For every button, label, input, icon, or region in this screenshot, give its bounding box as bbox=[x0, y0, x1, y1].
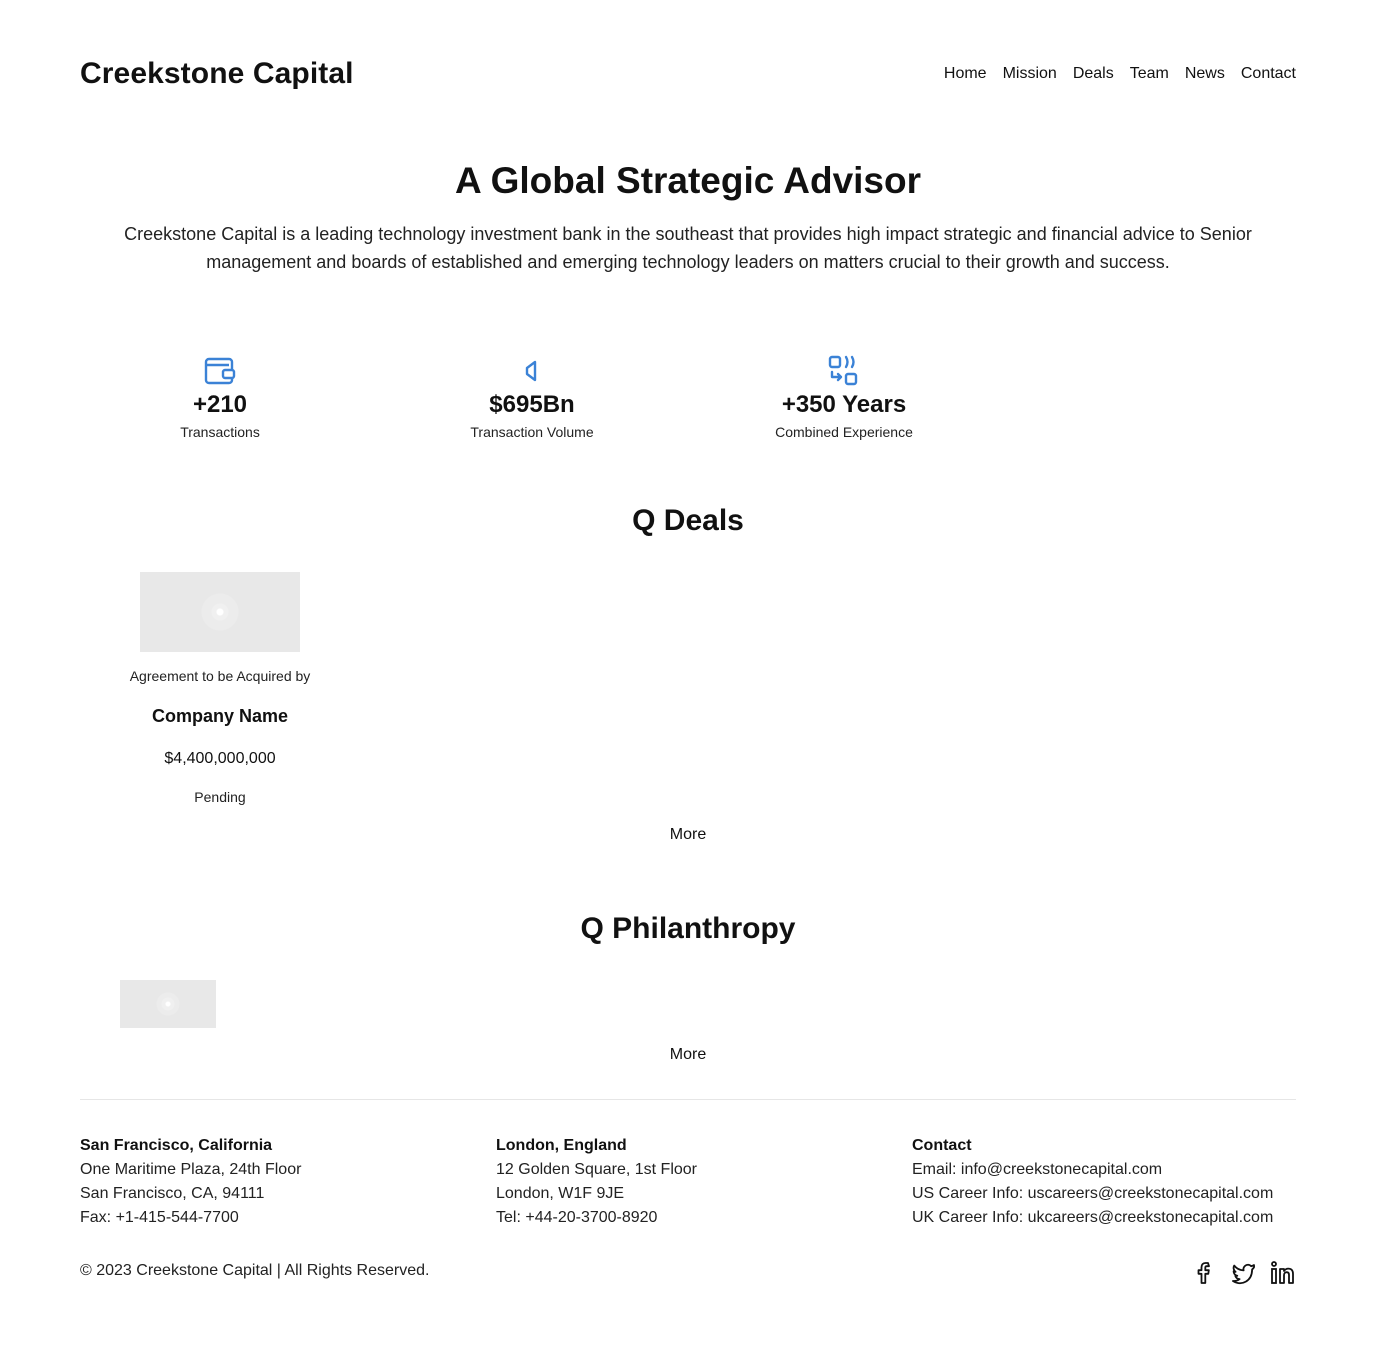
deal-amount: $4,400,000,000 bbox=[164, 750, 276, 767]
site-header: Creekstone Capital Home Mission Deals Te… bbox=[80, 52, 1296, 96]
stat-experience: +350 Years Combined Experience bbox=[734, 354, 954, 440]
nav-mission[interactable]: Mission bbox=[1003, 65, 1057, 83]
hero-description: Creekstone Capital is a leading technolo… bbox=[124, 224, 1252, 272]
nav-home[interactable]: Home bbox=[944, 65, 987, 83]
loading-spinner-icon bbox=[156, 992, 180, 1016]
facebook-icon[interactable] bbox=[1194, 1260, 1216, 1286]
footer-line: Tel: +44-20-3700-8920 bbox=[496, 1209, 658, 1226]
footer-sf-address: San Francisco, California One Maritime P… bbox=[80, 1134, 301, 1230]
footer-us-careers-link[interactable]: US Career Info: uscareers@creekstonecapi… bbox=[912, 1182, 1273, 1206]
hero-title: A Global Strategic Advisor bbox=[454, 160, 922, 201]
main-nav: Home Mission Deals Team News Contact bbox=[944, 65, 1296, 83]
footer-heading: San Francisco, California bbox=[80, 1137, 273, 1154]
deal-kicker: Agreement to be Acquired by bbox=[129, 668, 311, 684]
nav-deals[interactable]: Deals bbox=[1073, 65, 1114, 83]
nav-news[interactable]: News bbox=[1185, 65, 1225, 83]
deals-more-link[interactable]: More bbox=[0, 826, 1376, 844]
footer-email-link[interactable]: Email: info@creekstonecapital.com bbox=[912, 1158, 1273, 1182]
footer-heading: London, England bbox=[496, 1137, 627, 1154]
footer-line: London, W1F 9JE bbox=[496, 1185, 625, 1202]
philanthropy-image-placeholder bbox=[120, 980, 216, 1028]
twitter-icon[interactable] bbox=[1230, 1260, 1256, 1286]
footer-line: One Maritime Plaza, 24th Floor bbox=[80, 1161, 302, 1178]
footer-london-address: London, England 12 Golden Square, 1st Fl… bbox=[496, 1134, 697, 1230]
stat-value: +350 Years bbox=[781, 391, 907, 418]
stat-label: Transaction Volume bbox=[470, 424, 594, 440]
stat-label: Combined Experience bbox=[775, 424, 913, 440]
stat-transactions: +210 Transactions bbox=[110, 354, 330, 440]
nav-contact[interactable]: Contact bbox=[1241, 65, 1296, 83]
loading-spinner-icon bbox=[200, 592, 240, 632]
stat-volume: $695Bn Transaction Volume bbox=[422, 354, 642, 440]
brand-logo-text[interactable]: Creekstone Capital bbox=[80, 57, 354, 91]
stat-value: +210 bbox=[192, 391, 248, 418]
nav-team[interactable]: Team bbox=[1130, 65, 1169, 83]
exchange-icon bbox=[828, 355, 858, 386]
philanthropy-more-link[interactable]: More bbox=[0, 1046, 1376, 1064]
stat-value: $695Bn bbox=[489, 391, 575, 418]
footer-line: 12 Golden Square, 1st Floor bbox=[496, 1161, 698, 1178]
footer-heading: Contact bbox=[912, 1137, 972, 1154]
copyright-text: © 2023 Creekstone Capital | All Rights R… bbox=[80, 1262, 430, 1279]
footer-contact: Contact Email: info@creekstonecapital.co… bbox=[912, 1134, 1273, 1230]
footer-divider bbox=[80, 1099, 1296, 1100]
linkedin-icon[interactable] bbox=[1270, 1260, 1296, 1286]
footer-line: Fax: +1-415-544-7700 bbox=[80, 1209, 239, 1226]
philanthropy-section-title: Q Philanthropy bbox=[580, 912, 796, 945]
footer-uk-careers-link[interactable]: UK Career Info: ukcareers@creekstonecapi… bbox=[912, 1206, 1273, 1230]
social-links bbox=[1194, 1260, 1296, 1286]
wallet-icon bbox=[204, 357, 236, 385]
megaphone-icon bbox=[525, 360, 537, 382]
deal-image-placeholder bbox=[140, 572, 300, 652]
deals-section-title: Q Deals bbox=[632, 504, 744, 537]
footer-line: San Francisco, CA, 94111 bbox=[80, 1185, 265, 1202]
deal-company-name: Company Name bbox=[151, 706, 289, 726]
deal-status: Pending bbox=[194, 789, 246, 805]
stat-label: Transactions bbox=[180, 424, 260, 440]
